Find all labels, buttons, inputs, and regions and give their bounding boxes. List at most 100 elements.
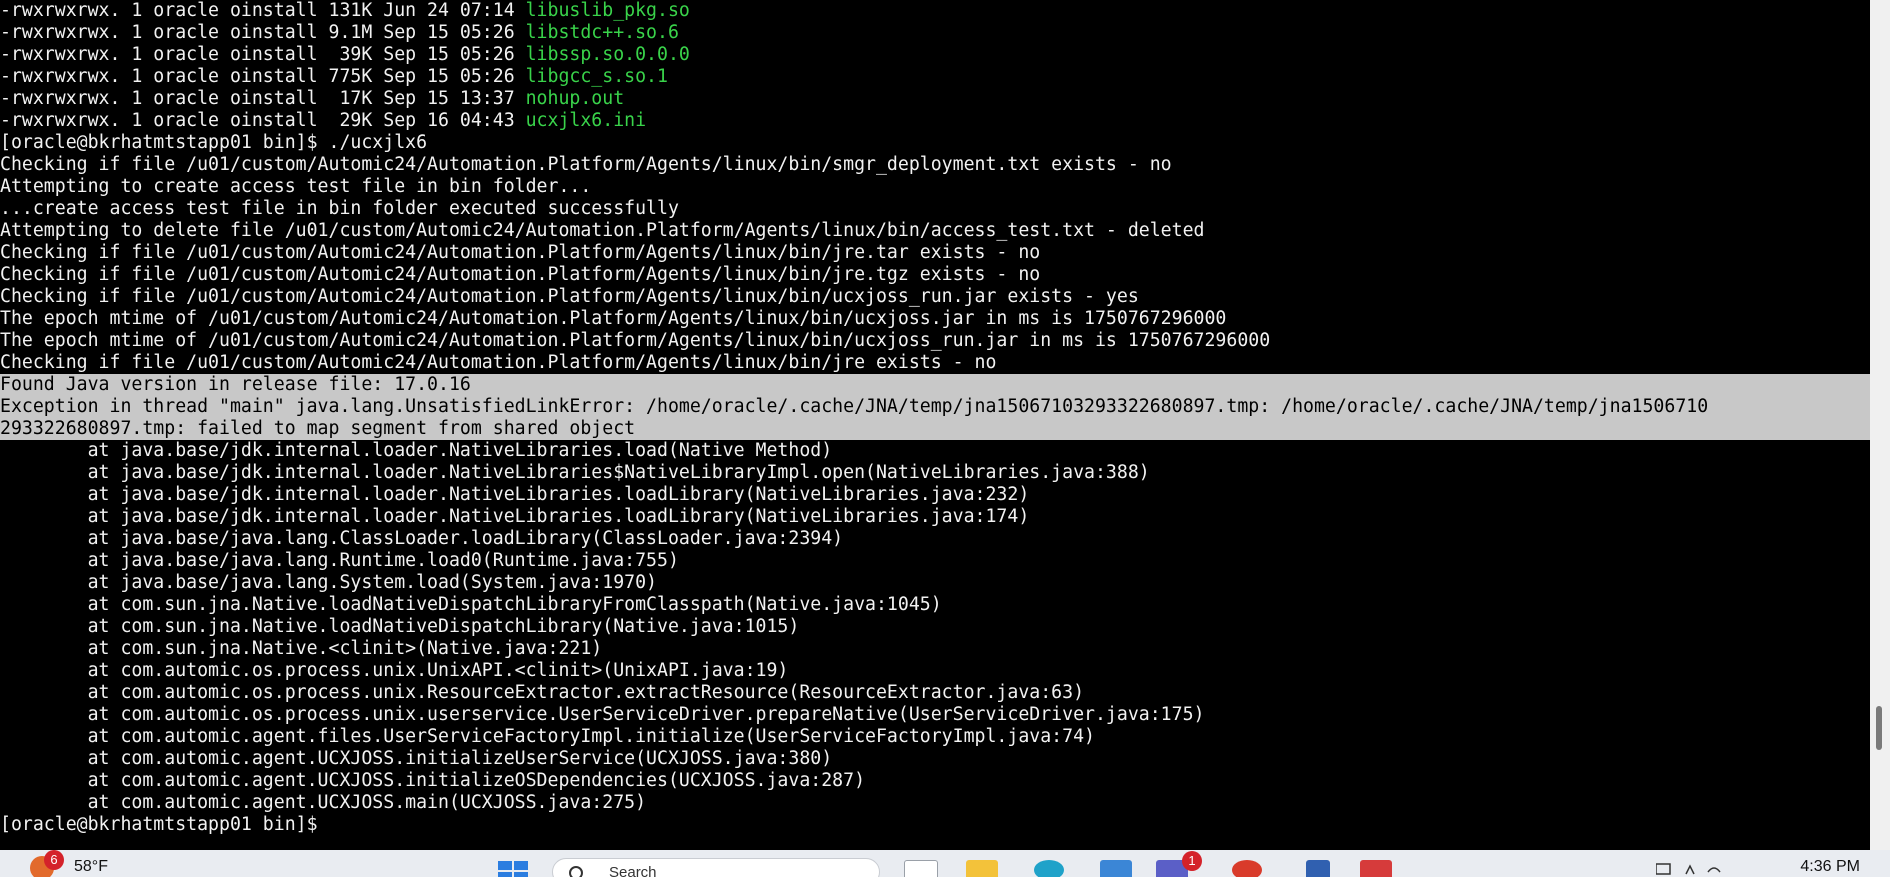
task-view-icon[interactable] — [904, 860, 938, 877]
terminal-line: Attempting to delete file /u01/custom/Au… — [0, 220, 1870, 242]
terminal-line: at com.automic.os.process.unix.ResourceE… — [0, 682, 1870, 704]
terminal-line-text: 293322680897.tmp: failed to map segment … — [0, 418, 636, 439]
terminal-line: at java.base/java.lang.ClassLoader.loadL… — [0, 528, 1870, 550]
terminal-line: Attempting to create access test file in… — [0, 176, 1870, 198]
terminal-line-text: at com.automic.agent.UCXJOSS.initializeU… — [0, 748, 833, 769]
terminal-line-text: at com.sun.jna.Native.loadNativeDispatch… — [0, 594, 942, 615]
terminal-line-text: at java.base/java.lang.System.load(Syste… — [0, 572, 657, 593]
search-label: Search — [609, 864, 657, 877]
terminal-line-text: Checking if file /u01/custom/Automic24/A… — [0, 154, 1172, 175]
taskbar-search-box[interactable]: Search — [552, 858, 880, 877]
terminal-line: at com.sun.jna.Native.loadNativeDispatch… — [0, 616, 1870, 638]
weather-temperature[interactable]: 58°F — [74, 858, 108, 876]
taskbar-clock[interactable]: 4:36 PM — [1800, 858, 1860, 876]
terminal-line: -rwxrwxrwx. 1 oracle oinstall 39K Sep 15… — [0, 44, 1870, 66]
terminal-line-text: -rwxrwxrwx. 1 oracle oinstall 9.1M Sep 1… — [0, 22, 526, 43]
terminal-line-text: -rwxrwxrwx. 1 oracle oinstall 17K Sep 15… — [0, 88, 526, 109]
terminal-line: at java.base/jdk.internal.loader.NativeL… — [0, 506, 1870, 528]
terminal-line: at com.automic.agent.UCXJOSS.initializeO… — [0, 770, 1870, 792]
terminal-scrollbar[interactable] — [1870, 0, 1890, 850]
terminal-line: -rwxrwxrwx. 1 oracle oinstall 17K Sep 15… — [0, 88, 1870, 110]
terminal-line-text: -rwxrwxrwx. 1 oracle oinstall 131K Jun 2… — [0, 0, 526, 21]
windows-start-icon[interactable] — [498, 859, 530, 877]
terminal-line: Exception in thread "main" java.lang.Uns… — [0, 396, 1870, 418]
terminal-line: 293322680897.tmp: failed to map segment … — [0, 418, 1870, 440]
terminal-line-text: at com.automic.agent.UCXJOSS.initializeO… — [0, 770, 866, 791]
terminal-line-text: -rwxrwxrwx. 1 oracle oinstall 775K Sep 1… — [0, 66, 526, 87]
remote-desktop-icon[interactable] — [1306, 860, 1330, 877]
terminal-line-text: at com.automic.os.process.unix.userservi… — [0, 704, 1205, 725]
file-name: libuslib_pkg.so — [525, 0, 690, 21]
terminal-line: at com.automic.os.process.unix.userservi… — [0, 704, 1870, 726]
file-explorer-icon[interactable] — [966, 860, 998, 877]
terminal-line: Checking if file /u01/custom/Automic24/A… — [0, 352, 1870, 374]
terminal-line: at com.automic.agent.files.UserServiceFa… — [0, 726, 1870, 748]
terminal-line: at com.automic.agent.UCXJOSS.main(UCXJOS… — [0, 792, 1870, 814]
terminal-line: The epoch mtime of /u01/custom/Automic24… — [0, 330, 1870, 352]
terminal-line: -rwxrwxrwx. 1 oracle oinstall 131K Jun 2… — [0, 0, 1870, 22]
terminal-line-text: at java.base/jdk.internal.loader.NativeL… — [0, 484, 1030, 505]
terminal-line-text: Attempting to create access test file in… — [0, 176, 592, 197]
terminal-line-text: The epoch mtime of /u01/custom/Automic24… — [0, 308, 1227, 329]
terminal-line: Found Java version in release file: 17.0… — [0, 374, 1870, 396]
terminal-line-text: [oracle@bkrhatmtstapp01 bin]$ — [0, 814, 329, 835]
scrollbar-thumb[interactable] — [1876, 706, 1882, 750]
terminal-line-text: ...create access test file in bin folder… — [0, 198, 679, 219]
terminal-line-text: at com.sun.jna.Native.<clinit>(Native.ja… — [0, 638, 603, 659]
terminal-line-text: Checking if file /u01/custom/Automic24/A… — [0, 352, 997, 373]
terminal-line: Checking if file /u01/custom/Automic24/A… — [0, 154, 1870, 176]
terminal-line-text: at java.base/java.lang.ClassLoader.loadL… — [0, 528, 844, 549]
terminal-line-text: Checking if file /u01/custom/Automic24/A… — [0, 286, 1139, 307]
terminal-line-text: -rwxrwxrwx. 1 oracle oinstall 39K Sep 15… — [0, 44, 526, 65]
chrome-icon[interactable] — [1232, 860, 1262, 877]
terminal-line: at com.automic.agent.UCXJOSS.initializeU… — [0, 748, 1870, 770]
terminal-line-text: at com.automic.agent.UCXJOSS.main(UCXJOS… — [0, 792, 647, 813]
system-tray-icons[interactable] — [1656, 862, 1736, 876]
terminal-line: at java.base/java.lang.Runtime.load0(Run… — [0, 550, 1870, 572]
file-name: libstdc++.so.6 — [525, 22, 679, 43]
terminal-line-text: at com.sun.jna.Native.loadNativeDispatch… — [0, 616, 800, 637]
terminal-line: at java.base/jdk.internal.loader.NativeL… — [0, 484, 1870, 506]
terminal-line-text: Checking if file /u01/custom/Automic24/A… — [0, 242, 1041, 263]
terminal-line: -rwxrwxrwx. 1 oracle oinstall 29K Sep 16… — [0, 110, 1870, 132]
file-name: nohup.out — [525, 88, 625, 109]
terminal-line-text: Checking if file /u01/custom/Automic24/A… — [0, 264, 1041, 285]
edge-browser-icon[interactable] — [1034, 860, 1064, 877]
terminal-line: ...create access test file in bin folder… — [0, 198, 1870, 220]
office-icon[interactable] — [1360, 860, 1392, 877]
terminal-line-text: at java.base/jdk.internal.loader.NativeL… — [0, 506, 1030, 527]
terminal-line: at java.base/jdk.internal.loader.NativeL… — [0, 462, 1870, 484]
terminal-line-text: at com.automic.os.process.unix.UnixAPI.<… — [0, 660, 789, 681]
terminal-line-text: Found Java version in release file: 17.0… — [0, 374, 471, 395]
terminal-line: Checking if file /u01/custom/Automic24/A… — [0, 264, 1870, 286]
terminal-line-text: Attempting to delete file /u01/custom/Au… — [0, 220, 1205, 241]
terminal-line: at java.base/jdk.internal.loader.NativeL… — [0, 440, 1870, 462]
terminal-line-text: at com.automic.agent.files.UserServiceFa… — [0, 726, 1095, 747]
terminal-line-text: at java.base/java.lang.Runtime.load0(Run… — [0, 550, 679, 571]
file-name: libssp.so.0.0.0 — [525, 44, 690, 65]
weather-notification-badge: 6 — [44, 850, 64, 870]
terminal-line: -rwxrwxrwx. 1 oracle oinstall 775K Sep 1… — [0, 66, 1870, 88]
terminal-line: [oracle@bkrhatmtstapp01 bin]$ ./ucxjlx6 — [0, 132, 1870, 154]
terminal-line-text: The epoch mtime of /u01/custom/Automic24… — [0, 330, 1271, 351]
terminal-line: at com.automic.os.process.unix.UnixAPI.<… — [0, 660, 1870, 682]
terminal-line: The epoch mtime of /u01/custom/Automic24… — [0, 308, 1870, 330]
windows-taskbar: 6 58°F Search 1 4:36 PM — [0, 850, 1890, 877]
terminal-line: -rwxrwxrwx. 1 oracle oinstall 9.1M Sep 1… — [0, 22, 1870, 44]
search-icon — [569, 866, 583, 877]
terminal-line: [oracle@bkrhatmtstapp01 bin]$ — [0, 814, 1870, 836]
terminal-line-text: [oracle@bkrhatmtstapp01 bin]$ ./ucxjlx6 — [0, 132, 428, 153]
terminal-line: at com.sun.jna.Native.loadNativeDispatch… — [0, 594, 1870, 616]
terminal-line-text: -rwxrwxrwx. 1 oracle oinstall 29K Sep 16… — [0, 110, 526, 131]
terminal-line-text: at java.base/jdk.internal.loader.NativeL… — [0, 440, 833, 461]
calendar-icon[interactable] — [1100, 860, 1132, 877]
terminal-line: at java.base/java.lang.System.load(Syste… — [0, 572, 1870, 594]
terminal-line: Checking if file /u01/custom/Automic24/A… — [0, 286, 1870, 308]
terminal-line: at com.sun.jna.Native.<clinit>(Native.ja… — [0, 638, 1870, 660]
terminal-line-text: at java.base/jdk.internal.loader.NativeL… — [0, 462, 1150, 483]
terminal-window[interactable]: -rwxrwxrwx. 1 oracle oinstall 131K Jun 2… — [0, 0, 1870, 850]
terminal-line-text: at com.automic.os.process.unix.ResourceE… — [0, 682, 1085, 703]
terminal-line-text: Exception in thread "main" java.lang.Uns… — [0, 396, 1709, 417]
teams-notification-badge: 1 — [1182, 851, 1202, 871]
file-name: libgcc_s.so.1 — [525, 66, 668, 87]
